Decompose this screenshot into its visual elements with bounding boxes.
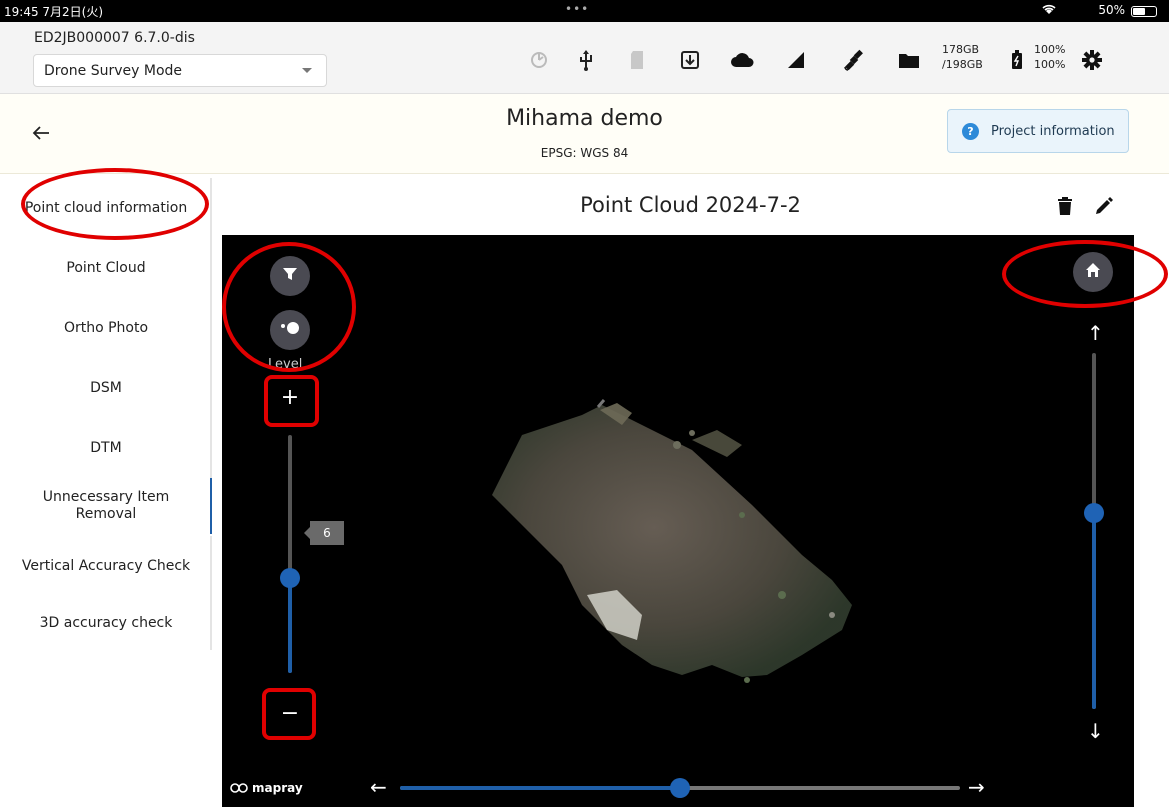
vertical-slider-fill <box>1092 513 1096 709</box>
sidebar-item-dsm[interactable]: DSM <box>0 358 212 418</box>
sidebar-item-ortho-photo[interactable]: Ortho Photo <box>0 298 212 358</box>
storage-used: 178GB <box>942 43 980 56</box>
point-cloud-title: Point Cloud 2024-7-2 <box>580 193 801 217</box>
level-slider-thumb[interactable] <box>280 567 300 588</box>
multitask-dots[interactable]: ••• <box>565 2 589 16</box>
top-toolbar: ED2JB000007 6.7.0-dis Drone Survey Mode … <box>0 22 1169 94</box>
level-slider[interactable] <box>288 435 292 673</box>
battery-level-2: 100% <box>1034 58 1066 71</box>
zoom-out-button[interactable]: − <box>268 691 312 735</box>
sidebar-item-dtm[interactable]: DTM <box>0 418 212 478</box>
sidebar-item-3d-accuracy-check[interactable]: 3D accuracy check <box>0 596 212 650</box>
zoom-in-button[interactable]: + <box>268 375 312 419</box>
satellite-icon <box>842 48 866 72</box>
sidebar-item-label: Point Cloud <box>66 259 146 276</box>
status-bar: 19:45 7月2日(火) ••• 50% <box>0 0 1169 22</box>
arrow-right-icon[interactable]: → <box>968 777 985 797</box>
battery-status-icon <box>1131 6 1157 17</box>
trash-icon[interactable] <box>1057 196 1073 216</box>
sidebar-item-label: Unnecessary Item Removal <box>42 489 170 522</box>
back-arrow-icon[interactable] <box>32 122 50 146</box>
point-cloud-viewer[interactable]: Level + 6 − ↑ ↓ ← → mapray <box>222 235 1134 807</box>
device-id: ED2JB000007 6.7.0-dis <box>34 30 195 46</box>
project-information-button[interactable]: ? Project information <box>947 109 1129 153</box>
battery-icon <box>1005 48 1029 72</box>
folder-icon <box>897 48 921 72</box>
arrow-up-icon[interactable]: ↑ <box>1087 323 1104 343</box>
mapray-logo: mapray <box>230 781 303 795</box>
gear-icon[interactable] <box>1080 48 1104 72</box>
sidebar-item-label: DSM <box>90 379 122 396</box>
signal-icon <box>784 48 808 72</box>
level-value-badge: 6 <box>304 521 344 545</box>
horizontal-slider-fill <box>400 786 680 790</box>
point-size-button[interactable] <box>270 310 310 350</box>
project-title: Mihama demo <box>506 106 663 131</box>
project-header: Mihama demo EPSG: WGS 84 ? Project infor… <box>0 94 1169 174</box>
point-size-icon <box>279 320 301 340</box>
vertical-tilt-slider[interactable] <box>1092 353 1096 709</box>
arrow-down-icon[interactable]: ↓ <box>1087 721 1104 741</box>
level-label: Level <box>268 357 303 372</box>
sidebar: Point cloud information Point Cloud Orth… <box>0 178 212 650</box>
usb-icon <box>574 48 598 72</box>
sidebar-item-label: Point cloud information <box>24 199 188 216</box>
project-information-label: Project information <box>991 123 1115 139</box>
sidebar-item-label: DTM <box>90 439 122 456</box>
battery-levels: 100% 100% <box>1034 42 1065 72</box>
sidebar-item-point-cloud-information[interactable]: Point cloud information <box>0 178 212 238</box>
help-icon: ? <box>962 122 979 140</box>
filter-icon <box>282 266 298 286</box>
sidebar-item-label: Vertical Accuracy Check <box>21 557 191 574</box>
sidebar-item-label: Ortho Photo <box>63 319 149 336</box>
cloud-icon <box>730 48 754 72</box>
horizontal-slider-thumb[interactable] <box>670 778 690 798</box>
edit-pencil-icon[interactable] <box>1094 196 1114 216</box>
home-view-button[interactable] <box>1073 252 1113 292</box>
sidebar-item-unnecessary-item-removal[interactable]: Unnecessary Item Removal <box>0 478 212 534</box>
storage-status: 178GB /198GB <box>942 42 983 72</box>
timer-icon <box>527 48 551 72</box>
mode-select[interactable]: Drone Survey Mode <box>33 54 327 87</box>
level-slider-fill <box>288 577 292 673</box>
arrow-left-icon[interactable]: ← <box>370 777 387 797</box>
mapray-logo-text: mapray <box>252 781 303 795</box>
battery-level-1: 100% <box>1034 43 1066 56</box>
sidebar-item-point-cloud[interactable]: Point Cloud <box>0 238 212 298</box>
download-icon[interactable] <box>678 48 702 72</box>
storage-total: /198GB <box>942 58 983 71</box>
wifi-icon <box>1041 2 1057 19</box>
sidebar-item-label: 3D accuracy check <box>39 614 173 631</box>
home-icon <box>1085 262 1101 282</box>
filter-button[interactable] <box>270 256 310 296</box>
point-cloud-render <box>492 399 852 683</box>
battery-percent: 50% <box>1098 3 1125 17</box>
status-time: 19:45 7月2日(火) <box>4 5 104 19</box>
sd-card-icon <box>625 48 649 72</box>
chevron-down-icon <box>302 68 312 73</box>
sidebar-item-vertical-accuracy-check[interactable]: Vertical Accuracy Check <box>0 536 212 596</box>
mode-select-value: Drone Survey Mode <box>44 63 183 79</box>
